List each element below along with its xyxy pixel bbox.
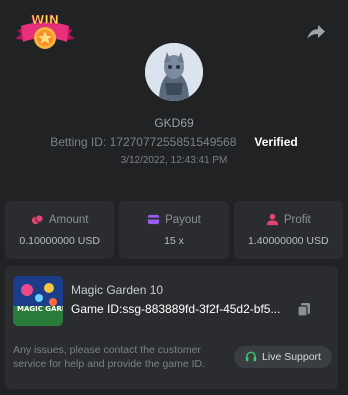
game-thumbnail-title: MAGIC GARDEN 10 xyxy=(17,305,63,313)
game-thumbnail[interactable]: MAGIC GARDEN 10 xyxy=(13,276,63,326)
stat-label: Amount xyxy=(48,213,89,226)
wallet-icon xyxy=(148,214,160,225)
stat-value: 15 x xyxy=(164,235,184,247)
bet-timestamp: 3/12/2022, 12:43:41 PM xyxy=(120,155,228,166)
stat-profit: Profit 1.40000000 USD xyxy=(233,201,343,259)
help-text: Any issues, please contact the customer … xyxy=(13,344,206,370)
coins-icon xyxy=(31,214,44,225)
avatar xyxy=(145,43,203,101)
stat-value: 0.10000000 USD xyxy=(19,235,100,247)
headset-icon xyxy=(245,351,257,362)
stat-label: Payout xyxy=(165,213,201,226)
game-id: Game ID:ssg-883889fd-3f2f-45d2-bf5... xyxy=(71,302,281,316)
stat-amount: Amount 0.10000000 USD xyxy=(5,201,115,259)
game-card: MAGIC GARDEN 10 Magic Garden 10 Game ID:… xyxy=(5,266,338,389)
stat-payout: Payout 15 x xyxy=(119,201,229,259)
game-name: Magic Garden 10 xyxy=(71,283,164,297)
copy-button[interactable] xyxy=(297,302,311,317)
betting-info: Betting ID: 1727077255851549568 Verified xyxy=(0,135,348,149)
stat-label: Profit xyxy=(283,213,311,226)
live-support-label: Live Support xyxy=(262,351,321,363)
copy-icon xyxy=(297,303,310,317)
live-support-button[interactable]: Live Support xyxy=(234,346,332,368)
share-button[interactable] xyxy=(306,22,326,42)
betting-id: Betting ID: 1727077255851549568 xyxy=(50,135,237,149)
verified-label: Verified xyxy=(254,135,298,149)
win-badge-icon: WIN xyxy=(15,8,75,52)
win-badge-text: WIN xyxy=(31,13,59,27)
bet-stats: Amount 0.10000000 USD Payout 15 x Profit… xyxy=(5,201,343,259)
username: GKD69 xyxy=(154,116,194,130)
profit-icon xyxy=(266,213,278,226)
share-icon xyxy=(307,25,325,39)
stat-value: 1.40000000 USD xyxy=(248,235,329,247)
